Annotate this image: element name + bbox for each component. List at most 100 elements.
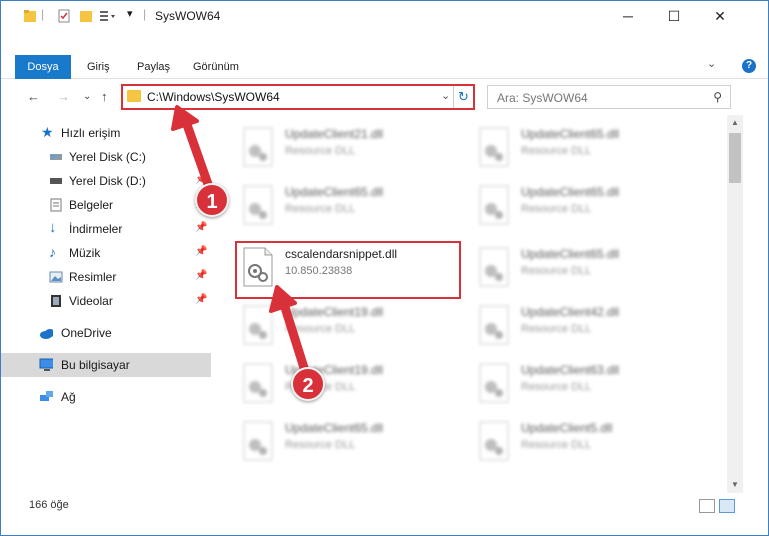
folder-icon <box>24 10 36 22</box>
sidebar-item-label: Ağ <box>61 390 76 404</box>
scroll-thumb[interactable] <box>729 133 741 183</box>
file-item[interactable]: UpdateClient65.dll Resource DLL <box>235 415 465 473</box>
status-bar: 166 öğe <box>1 495 768 517</box>
file-item[interactable]: UpdateClient19.dll Resource DLL <box>235 357 465 415</box>
star-icon: ★ <box>41 124 54 140</box>
pin-icon[interactable]: 📌 <box>195 222 207 233</box>
dll-file-icon <box>243 185 273 225</box>
sidebar-item-downloads[interactable]: ↓ İndirmeler 📌 <box>1 217 211 241</box>
recent-locations-icon[interactable]: ⌄ <box>83 91 91 102</box>
sidebar-item-label: Yerel Disk (D:) <box>69 174 146 188</box>
dll-file-icon <box>479 305 509 345</box>
tab-share[interactable]: Paylaş <box>125 55 182 79</box>
sidebar-item-label: Bu bilgisayar <box>61 358 130 372</box>
file-item[interactable]: UpdateClient65.dll Resource DLL <box>235 179 465 237</box>
help-icon[interactable]: ? <box>742 59 756 73</box>
dll-file-icon <box>243 305 273 345</box>
file-item[interactable]: UpdateClient63.dll Resource DLL <box>471 357 701 415</box>
dll-file-icon <box>479 127 509 167</box>
file-description: Resource DLL <box>285 203 356 215</box>
pictures-icon <box>49 271 63 283</box>
file-name: UpdateClient65.dll <box>285 421 384 435</box>
sidebar-item-videos[interactable]: Videolar 📌 <box>1 289 211 313</box>
address-dropdown-icon[interactable]: ⌄ <box>441 89 450 102</box>
details-view-icon[interactable] <box>699 499 715 513</box>
address-path[interactable]: C:\Windows\SysWOW64 <box>147 90 280 104</box>
file-name: UpdateClient65.dll <box>285 185 384 199</box>
sidebar-item-label: Resimler <box>69 270 117 284</box>
new-folder-icon[interactable] <box>79 9 93 23</box>
minimize-button[interactable]: ─ <box>605 1 651 31</box>
file-name: UpdateClient19.dll <box>285 305 384 319</box>
scroll-up-icon[interactable]: ▲ <box>727 115 743 131</box>
sidebar-item-label: Belgeler <box>69 198 114 212</box>
search-input[interactable]: Ara: SysWOW64 <box>497 91 588 105</box>
customize-toolbar-icon[interactable] <box>99 9 117 23</box>
back-arrow-icon[interactable]: ← <box>27 89 40 104</box>
file-description: Resource DLL <box>521 203 592 215</box>
scroll-down-icon[interactable]: ▼ <box>727 477 743 493</box>
sidebar-item-disk-d[interactable]: Yerel Disk (D:) 📌 <box>1 169 211 193</box>
properties-icon[interactable] <box>57 9 71 23</box>
item-count: 166 öğe <box>29 499 69 511</box>
file-description: Resource DLL <box>521 265 592 277</box>
navigation-pane: ★ Hızlı erişim Yerel Disk (C:) Yerel Dis… <box>1 117 213 495</box>
file-name: UpdateClient65.dll <box>521 247 620 261</box>
file-name: UpdateClient65.dll <box>521 185 620 199</box>
forward-arrow-icon[interactable]: → <box>57 89 70 104</box>
sidebar-item-documents[interactable]: Belgeler 📌 <box>1 193 211 217</box>
sidebar-item-onedrive[interactable]: OneDrive <box>1 321 211 345</box>
file-description: Resource DLL <box>521 439 592 451</box>
up-arrow-icon[interactable]: ↑ <box>101 89 108 104</box>
tab-file[interactable]: Dosya <box>15 55 71 79</box>
file-name: UpdateClient65.dll <box>521 127 620 141</box>
maximize-button[interactable]: ☐ <box>651 1 697 31</box>
separator: | <box>143 7 147 21</box>
tab-home[interactable]: Giriş <box>75 55 122 79</box>
address-bar[interactable]: C:\Windows\SysWOW64 ⌄ ↻ <box>121 84 475 110</box>
ribbon-expand-icon[interactable]: ⌄ <box>707 57 716 70</box>
search-icon[interactable]: ⚲ <box>713 90 722 104</box>
file-description: Resource DLL <box>285 323 356 335</box>
dll-file-icon <box>243 127 273 167</box>
file-description: Resource DLL <box>521 381 592 393</box>
large-icons-view-icon[interactable] <box>719 499 735 513</box>
sidebar-item-label: Müzik <box>69 246 101 260</box>
file-item[interactable]: UpdateClient19.dll Resource DLL <box>235 299 465 357</box>
sidebar-item-this-pc[interactable]: Bu bilgisayar <box>1 353 211 377</box>
sidebar-item-label: İndirmeler <box>69 222 123 236</box>
file-description: Resource DLL <box>285 145 356 157</box>
sidebar-item-quick-access[interactable]: ★ Hızlı erişim <box>1 121 211 145</box>
file-item[interactable]: UpdateClient65.dll Resource DLL <box>471 241 701 299</box>
close-button[interactable]: ✕ <box>697 1 743 31</box>
file-name: UpdateClient42.dll <box>521 305 620 319</box>
cloud-icon <box>40 329 53 339</box>
file-item[interactable]: UpdateClient42.dll Resource DLL <box>471 299 701 357</box>
quick-access-dropdown-icon[interactable]: ▾ <box>127 7 133 20</box>
computer-icon <box>39 358 53 371</box>
file-item[interactable]: UpdateClient5.dll Resource DLL <box>471 415 701 473</box>
sidebar-item-label: OneDrive <box>61 326 112 340</box>
file-list: UpdateClient21.dll Resource DLL UpdateCl… <box>215 117 727 493</box>
folder-icon <box>127 90 141 102</box>
pin-icon[interactable]: 📌 <box>195 270 207 281</box>
sidebar-item-disk-c[interactable]: Yerel Disk (C:) <box>1 145 211 169</box>
refresh-icon[interactable]: ↻ <box>453 86 473 108</box>
tab-view[interactable]: Görünüm <box>181 55 251 79</box>
sidebar-item-label: Yerel Disk (C:) <box>69 150 146 164</box>
sidebar-item-network[interactable]: Ağ <box>1 385 211 409</box>
sidebar-item-pictures[interactable]: Resimler 📌 <box>1 265 211 289</box>
vertical-scrollbar[interactable]: ▲ ▼ <box>727 115 743 493</box>
pin-icon[interactable]: 📌 <box>195 294 207 305</box>
file-name: UpdateClient21.dll <box>285 127 384 141</box>
dll-file-icon <box>479 363 509 403</box>
separator: | <box>41 7 45 21</box>
sidebar-item-music[interactable]: ♪ Müzik 📌 <box>1 241 211 265</box>
pin-icon[interactable]: 📌 <box>195 246 207 257</box>
title-bar: | ▾ | SysWOW64 ─ ☐ ✕ <box>1 1 768 31</box>
file-item[interactable]: UpdateClient65.dll Resource DLL <box>471 179 701 237</box>
search-box[interactable]: Ara: SysWOW64 ⚲ <box>487 85 731 109</box>
file-item[interactable]: UpdateClient65.dll Resource DLL <box>471 121 701 179</box>
navigation-bar: ← → ⌄ ↑ C:\Windows\SysWOW64 ⌄ ↻ Ara: Sys… <box>1 81 768 113</box>
file-item[interactable]: UpdateClient21.dll Resource DLL <box>235 121 465 179</box>
